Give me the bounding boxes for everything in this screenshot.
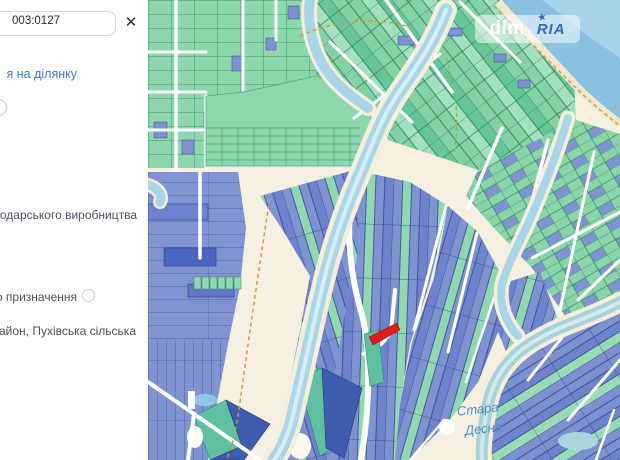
- parcel-category-text: кого призначення: [0, 290, 77, 304]
- close-icon[interactable]: ✕: [121, 13, 141, 33]
- parcel-location-text: ький район, Пухівська сільська: [0, 324, 136, 338]
- cadastral-number-value: 003:0127: [12, 15, 60, 27]
- dimria-watermark: dim ★RIA: [475, 15, 580, 43]
- watermark-brand-ria: ★RIA: [528, 21, 566, 38]
- help-circle-icon: [82, 289, 95, 302]
- parcel-purpose-text: огосподарського виробництва: [0, 208, 137, 222]
- info-circle-icon: [0, 99, 7, 116]
- watermark-brand-dim: dim: [489, 18, 524, 40]
- view-parcel-link[interactable]: я на ділянку: [7, 67, 77, 81]
- parcel-info-panel: 003:0127 ✕ я на ділянку огосподарського …: [0, 0, 148, 460]
- cadastral-map[interactable]: Стара Десна: [148, 0, 620, 460]
- map-viewport[interactable]: Стара Десна dim ★RIA: [148, 0, 620, 460]
